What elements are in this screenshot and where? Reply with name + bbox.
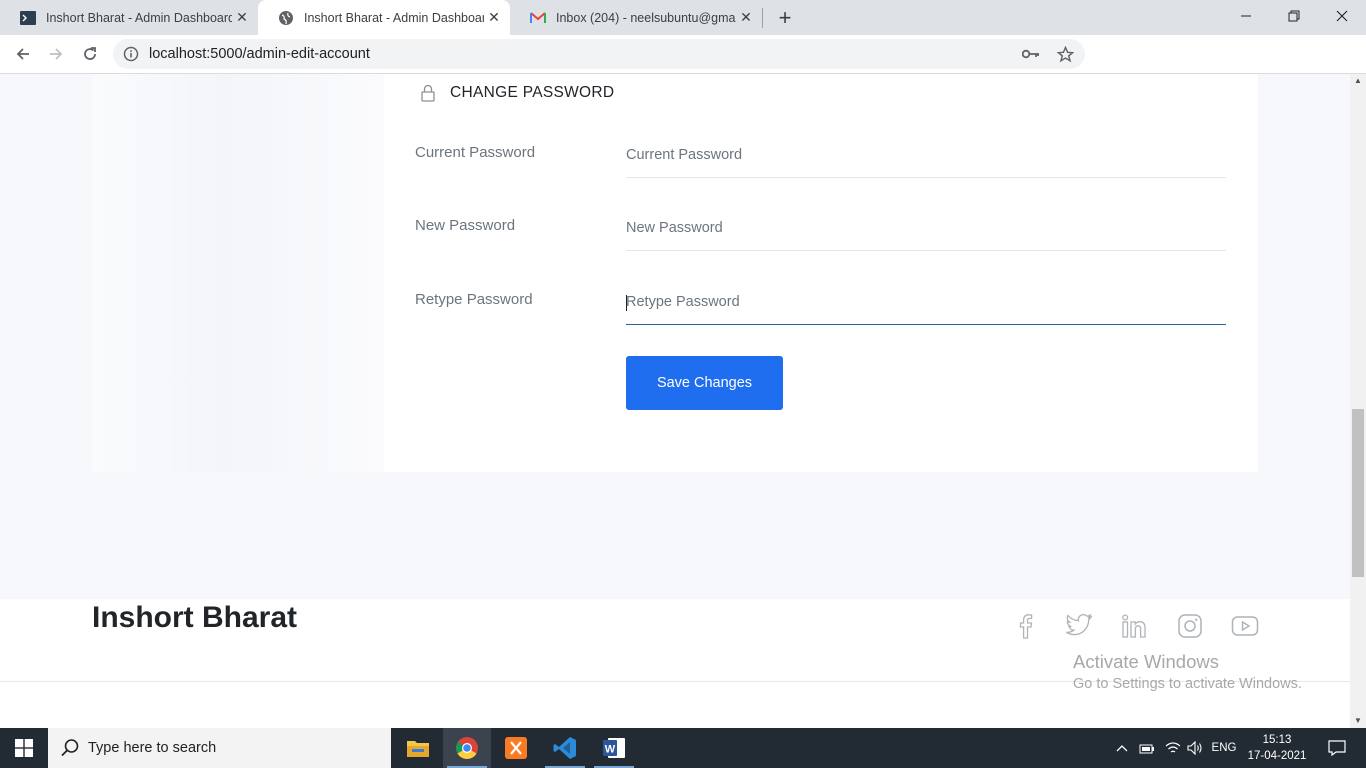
change-password-card: CHANGE PASSWORD Current Password New Pas… [384, 74, 1258, 472]
close-tab-icon[interactable]: ✕ [232, 8, 252, 28]
forward-arrow-icon[interactable] [41, 39, 71, 69]
tab-separator [762, 8, 763, 28]
new-password-label: New Password [415, 217, 516, 234]
tab-admin-dashboard-1[interactable]: Inshort Bharat - Admin Dashboard ✕ [0, 0, 258, 35]
scroll-down-arrow-icon[interactable]: ▼ [1350, 716, 1366, 726]
browser-tab-strip: Inshort Bharat - Admin Dashboard ✕ Insho… [0, 0, 1366, 35]
key-icon[interactable] [1021, 44, 1041, 64]
save-changes-button[interactable]: Save Changes [626, 356, 783, 410]
address-bar[interactable]: localhost:5000/admin-edit-account [113, 39, 1085, 69]
search-icon [60, 738, 80, 758]
volume-icon[interactable] [1184, 728, 1206, 768]
youtube-icon[interactable] [1230, 611, 1260, 641]
tab-title: Inbox (204) - neelsubuntu@gmail.com [556, 10, 736, 25]
page-scrollbar[interactable]: ▲ ▼ [1350, 74, 1366, 728]
section-title: CHANGE PASSWORD [450, 84, 615, 101]
minimize-icon[interactable] [1222, 0, 1270, 32]
site-info-icon[interactable] [123, 46, 139, 62]
restore-icon[interactable] [1270, 0, 1318, 32]
close-window-icon[interactable] [1318, 0, 1366, 32]
new-password-input[interactable] [626, 205, 1226, 251]
browser-toolbar: localhost:5000/admin-edit-account ZIP uO… [0, 35, 1366, 100]
scrollbar-thumb[interactable] [1352, 409, 1364, 577]
tab-admin-dashboard-active[interactable]: Inshort Bharat - Admin Dashboard ✕ [258, 0, 510, 35]
xampp-icon[interactable] [492, 728, 540, 768]
instagram-icon[interactable] [1175, 611, 1205, 641]
url-text: localhost:5000/admin-edit-account [149, 46, 370, 62]
footer-brand[interactable]: Inshort Bharat [92, 601, 297, 635]
battery-icon[interactable] [1136, 728, 1158, 768]
network-icon[interactable] [1162, 728, 1184, 768]
terminal-favicon-icon [20, 10, 36, 26]
language-indicator[interactable]: ENG [1208, 728, 1240, 768]
clock-date: 17-04-2021 [1247, 750, 1307, 762]
sidebar-panel [92, 74, 384, 472]
close-tab-icon[interactable]: ✕ [736, 8, 756, 28]
chevron-up-icon[interactable] [1112, 728, 1132, 768]
activate-windows-subtitle: Go to Settings to activate Windows. [1073, 676, 1302, 692]
clock-time: 15:13 [1262, 734, 1292, 746]
tab-title: Inshort Bharat - Admin Dashboard [304, 10, 484, 25]
tab-gmail-inbox[interactable]: Inbox (204) - neelsubuntu@gmail.com ✕ [510, 0, 762, 35]
activate-windows-title: Activate Windows [1073, 651, 1219, 672]
retype-password-input[interactable] [626, 279, 1226, 325]
tab-title: Inshort Bharat - Admin Dashboard [46, 10, 232, 25]
new-tab-button[interactable]: + [772, 5, 798, 31]
windows-taskbar: Type here to search W ENG 15:13 17-04-20… [0, 728, 1366, 768]
linkedin-icon[interactable] [1119, 611, 1149, 641]
taskbar-search-box[interactable]: Type here to search [48, 728, 391, 768]
search-placeholder: Type here to search [88, 740, 217, 756]
lock-icon [420, 84, 436, 102]
file-explorer-icon[interactable] [394, 728, 442, 768]
scroll-up-arrow-icon[interactable]: ▲ [1350, 76, 1366, 86]
chrome-icon[interactable] [443, 728, 491, 768]
twitter-icon[interactable] [1064, 611, 1094, 641]
windows-start-icon[interactable] [0, 728, 48, 768]
vscode-icon[interactable] [541, 728, 589, 768]
page-viewport: CHANGE PASSWORD Current Password New Pas… [0, 74, 1350, 728]
site-footer: Inshort Bharat Activate Windows Go to Se… [0, 599, 1350, 728]
close-tab-icon[interactable]: ✕ [484, 8, 504, 28]
gmail-favicon-icon [530, 10, 546, 26]
facebook-icon[interactable] [1010, 611, 1040, 641]
globe-favicon-icon [278, 10, 294, 26]
bookmark-star-icon[interactable] [1055, 44, 1075, 64]
text-caret [626, 295, 627, 311]
section-header: CHANGE PASSWORD [420, 84, 614, 102]
word-icon[interactable]: W [590, 728, 638, 768]
current-password-label: Current Password [415, 144, 536, 161]
notification-icon[interactable] [1320, 728, 1354, 768]
current-password-input[interactable] [626, 132, 1226, 178]
taskbar-clock[interactable]: 15:13 17-04-2021 [1244, 732, 1310, 764]
svg-text:W: W [605, 744, 616, 756]
reload-icon[interactable] [75, 39, 105, 69]
back-arrow-icon[interactable] [8, 39, 38, 69]
retype-password-label: Retype Password [415, 291, 533, 308]
